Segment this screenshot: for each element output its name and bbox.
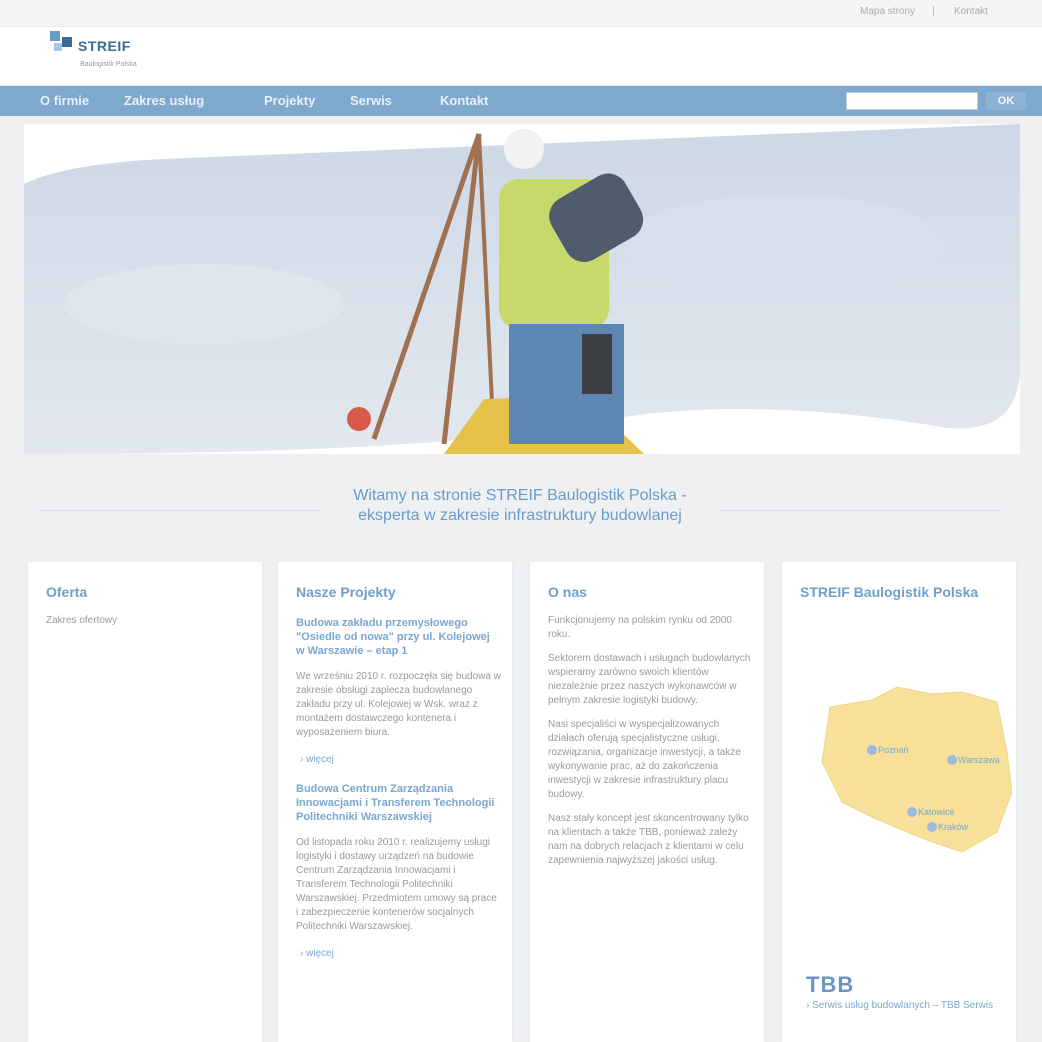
offer-title: Oferta — [46, 584, 88, 600]
projects-card: Nasze Projekty Budowa zakładu przemysłow… — [278, 562, 512, 1042]
city-label-katowice: Katowice — [918, 807, 955, 817]
site-header: STREIF Baulogistik Polska — [0, 26, 1042, 86]
divider-right — [720, 510, 1000, 511]
welcome-line1: Witamy na stronie STREIF Baulogistik Pol… — [353, 487, 687, 504]
project-2-text: Od listopada roku 2010 r. realizujemy us… — [296, 837, 497, 932]
welcome-section: Witamy na stronie STREIF Baulogistik Pol… — [0, 486, 1042, 530]
about-paragraph-2: Sektorem dostawach i usługach budowlanyc… — [548, 653, 751, 706]
pin-icon — [867, 745, 877, 755]
divider-left — [40, 510, 320, 511]
offer-card: Oferta Zakres ofertowy — [28, 562, 262, 1042]
tbb-logo[interactable]: TBB — [806, 972, 854, 998]
poland-map[interactable]: Poznań Warszawa Katowice Kraków — [812, 682, 1012, 862]
main-navigation: O firmie Zakres usług Projekty Serwis Ko… — [0, 86, 1042, 116]
company-title: STREIF Baulogistik Polska — [800, 584, 979, 600]
project-1-more-link[interactable]: › więcej — [300, 754, 334, 765]
search-button[interactable]: OK — [986, 92, 1026, 110]
search-input[interactable] — [846, 92, 978, 110]
nav-item-contact[interactable]: Kontakt — [440, 93, 488, 108]
logo[interactable]: STREIF Baulogistik Polska — [50, 29, 160, 83]
logo-name: STREIF — [78, 38, 131, 54]
about-title: O nas — [548, 584, 587, 600]
nav-item-service[interactable]: Serwis — [350, 93, 392, 108]
hero-banner — [24, 124, 1020, 454]
pin-icon — [947, 755, 957, 765]
logo-tagline: Baulogistik Polska — [80, 61, 137, 68]
project-1-text: We wrześniu 2010 r. rozpoczęła się budow… — [296, 671, 501, 738]
nav-item-services[interactable]: Zakres usług — [124, 93, 204, 108]
welcome-title: Witamy na stronie STREIF Baulogistik Pol… — [320, 486, 720, 526]
projects-title: Nasze Projekty — [296, 584, 396, 600]
logo-mark-icon — [50, 31, 72, 51]
city-label-krakow: Kraków — [938, 822, 969, 832]
tbb-link[interactable]: › Serwis usług budowlanych – TBB Serwis — [806, 1000, 1011, 1011]
about-paragraph-4: Nasz stały koncept jest skoncentrowany t… — [548, 813, 749, 866]
project-1-title[interactable]: Budowa zakładu przemysłowego "Osiedle od… — [296, 616, 501, 658]
topbar-separator: | — [932, 5, 935, 17]
pin-icon — [907, 807, 917, 817]
sitemap-link[interactable]: Mapa strony — [860, 6, 915, 17]
nav-item-projects[interactable]: Projekty — [264, 93, 315, 108]
offer-link[interactable]: Zakres ofertowy — [46, 614, 117, 628]
about-card: O nas Funkcjonujemy na polskim rynku od … — [530, 562, 764, 1042]
city-label-poznan: Poznań — [878, 745, 909, 755]
about-paragraph-1: Funkcjonujemy na polskim rynku od 2000 r… — [548, 615, 732, 640]
welcome-line2: eksperta w zakresie infrastruktury budow… — [358, 507, 682, 524]
project-2-more-link[interactable]: › więcej — [300, 948, 334, 959]
hero-image — [24, 124, 1020, 454]
city-label-warszawa: Warszawa — [958, 755, 1000, 765]
nav-item-about[interactable]: O firmie — [40, 93, 89, 108]
pin-icon — [927, 822, 937, 832]
top-utility-bar: Mapa strony | Kontakt — [0, 0, 1042, 26]
about-paragraph-3: Nasi specjaliści w wyspecjalizowanych dz… — [548, 719, 741, 800]
project-2-title[interactable]: Budowa Centrum Zarządzania Innowacjami i… — [296, 782, 501, 824]
company-card: STREIF Baulogistik Polska Poznań Warszaw… — [782, 562, 1016, 1042]
contact-link[interactable]: Kontakt — [954, 6, 988, 17]
